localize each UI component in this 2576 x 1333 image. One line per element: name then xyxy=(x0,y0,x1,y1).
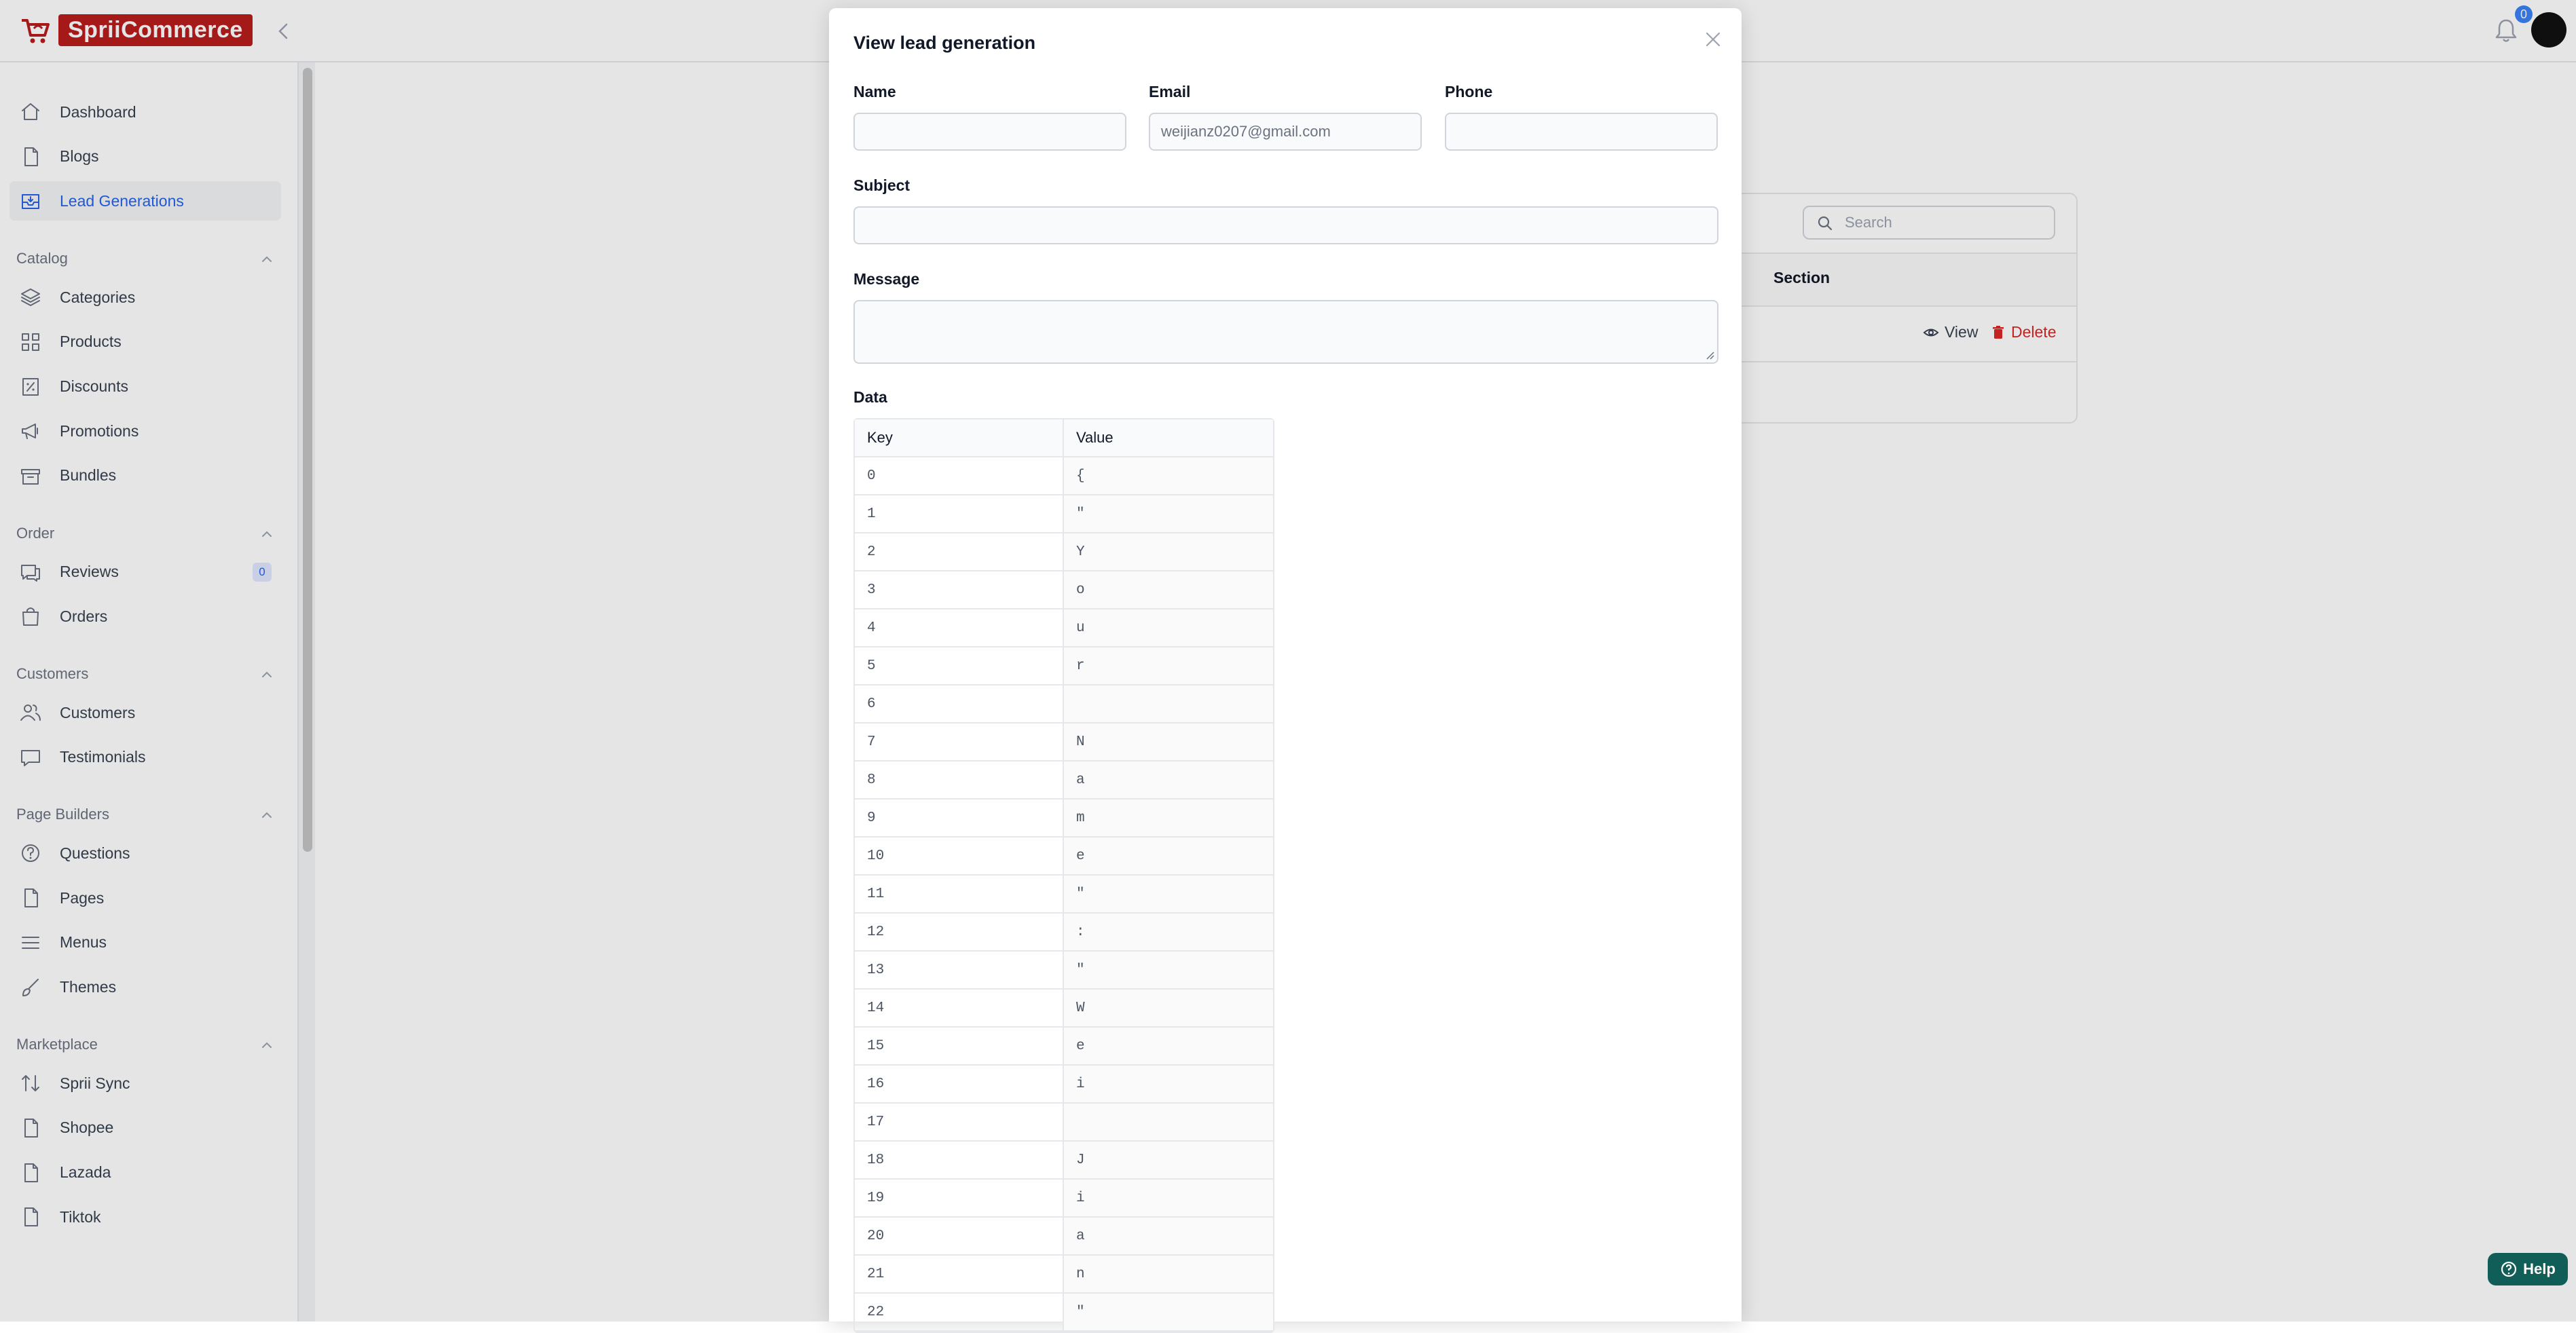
key-cell: 8 xyxy=(855,762,1064,798)
value-column-header: Value xyxy=(1076,429,1114,446)
key-cell: 22 xyxy=(855,1294,1064,1330)
data-label: Data xyxy=(853,388,887,406)
value-cell xyxy=(1064,686,1273,722)
key-cell: 5 xyxy=(855,647,1064,684)
table-row: 21 n xyxy=(855,1256,1273,1294)
table-row: 8a xyxy=(855,762,1273,800)
value-cell: i xyxy=(1064,1066,1273,1102)
key-cell: 6 xyxy=(855,686,1064,722)
key-column-header: Key xyxy=(855,419,1064,456)
phone-field[interactable] xyxy=(1445,113,1718,151)
value-cell: m xyxy=(1064,800,1273,836)
table-row: 22 " xyxy=(855,1294,1273,1332)
value-cell: Y xyxy=(1064,533,1273,570)
value-cell: e xyxy=(1064,838,1273,874)
table-row: 10 e xyxy=(855,838,1273,876)
key-cell: 15 xyxy=(855,1028,1064,1064)
resize-handle-icon[interactable] xyxy=(1705,350,1714,360)
table-row: 2Y xyxy=(855,533,1273,571)
key-cell: 7 xyxy=(855,724,1064,760)
table-row: 1 " xyxy=(855,495,1273,533)
table-row: 20 a xyxy=(855,1218,1273,1256)
table-row: 0{ xyxy=(855,457,1273,495)
help-button[interactable]: Help xyxy=(2488,1253,2568,1285)
key-cell: 10 xyxy=(855,838,1064,874)
key-cell: 17 xyxy=(855,1104,1064,1140)
key-cell: 20 xyxy=(855,1218,1064,1254)
key-cell: 3 xyxy=(855,571,1064,608)
name-label: Name xyxy=(853,83,896,100)
close-icon[interactable] xyxy=(1701,27,1725,52)
value-cell: e xyxy=(1064,1028,1273,1064)
value-cell: " xyxy=(1064,876,1273,912)
table-row: 19 i xyxy=(855,1180,1273,1218)
data-table-body: 0{1 " 2 Y 3 o 4 u 5 r 6 7 N 8 a 9 m 10 e 11 " 12:13 " 14 W 15 e 16 i… xyxy=(855,457,1273,1332)
value-cell: : xyxy=(1064,914,1273,950)
value-cell: a xyxy=(1064,1218,1273,1254)
table-row: 12: xyxy=(855,914,1273,952)
value-cell xyxy=(1064,1104,1273,1140)
value-cell: W xyxy=(1064,990,1273,1026)
value-cell: { xyxy=(1064,457,1273,494)
subject-label: Subject xyxy=(853,176,910,194)
key-cell: 11 xyxy=(855,876,1064,912)
key-cell: 19 xyxy=(855,1180,1064,1216)
phone-label: Phone xyxy=(1445,83,1493,100)
table-row: 9m xyxy=(855,800,1273,838)
table-row: 7N xyxy=(855,724,1273,762)
key-cell: 14 xyxy=(855,990,1064,1026)
key-cell: 4 xyxy=(855,609,1064,646)
value-cell: " xyxy=(1064,952,1273,988)
question-icon xyxy=(2501,1261,2517,1277)
value-cell: o xyxy=(1064,571,1273,608)
value-cell: a xyxy=(1064,762,1273,798)
value-cell: " xyxy=(1064,1294,1273,1330)
value-cell: J xyxy=(1064,1142,1273,1178)
table-row: 4u xyxy=(855,609,1273,647)
key-cell: 12 xyxy=(855,914,1064,950)
key-cell: 9 xyxy=(855,800,1064,836)
table-row: 3o xyxy=(855,571,1273,609)
help-label: Help xyxy=(2523,1260,2556,1277)
table-row: 16 i xyxy=(855,1066,1273,1104)
value-cell: N xyxy=(1064,724,1273,760)
data-table-header: Key Value xyxy=(855,419,1273,457)
view-lead-modal: View lead generation Name Email weijianz… xyxy=(829,8,1742,1333)
value-cell: " xyxy=(1064,495,1273,532)
table-row: 14 W xyxy=(855,990,1273,1028)
key-cell: 13 xyxy=(855,952,1064,988)
key-cell: 16 xyxy=(855,1066,1064,1102)
message-textarea[interactable] xyxy=(853,300,1718,364)
value-cell: i xyxy=(1064,1180,1273,1216)
name-field[interactable] xyxy=(853,113,1126,151)
key-cell: 1 xyxy=(855,495,1064,532)
modal-title: View lead generation xyxy=(853,33,1036,53)
email-label: Email xyxy=(1149,83,1191,100)
value-cell: r xyxy=(1064,647,1273,684)
table-row: 13 " xyxy=(855,952,1273,990)
subject-field[interactable] xyxy=(853,206,1718,244)
key-cell: 2 xyxy=(855,533,1064,570)
table-row: 17 xyxy=(855,1104,1273,1142)
key-cell: 0 xyxy=(855,457,1064,494)
table-row: 15 e xyxy=(855,1028,1273,1066)
table-row: 11 " xyxy=(855,876,1273,914)
email-field[interactable]: weijianz0207@gmail.com xyxy=(1149,113,1422,151)
key-cell: 18 xyxy=(855,1142,1064,1178)
value-cell: n xyxy=(1064,1256,1273,1292)
key-cell: 21 xyxy=(855,1256,1064,1292)
message-label: Message xyxy=(853,270,920,288)
table-row: 6 xyxy=(855,686,1273,724)
table-row: 18 J xyxy=(855,1142,1273,1180)
data-table: Key Value 0{1 " 2 Y 3 o 4 u 5 r 6 7 N 8 a 9 m 10 e 11 " 12:13… xyxy=(853,418,1274,1333)
table-row: 5r xyxy=(855,647,1273,686)
value-cell: u xyxy=(1064,609,1273,646)
